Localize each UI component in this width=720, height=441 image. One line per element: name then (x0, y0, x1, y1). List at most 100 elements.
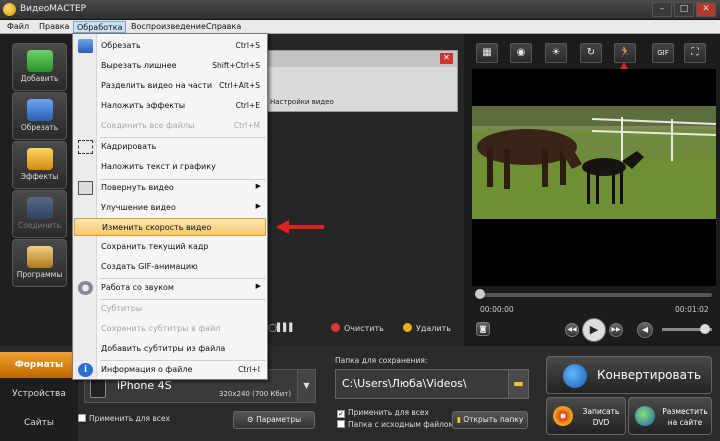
rotate-icon[interactable]: ↻ (580, 43, 602, 63)
film-icon[interactable]: ▦ (476, 43, 498, 63)
effects-button[interactable]: Эффекты (12, 141, 67, 189)
remove-clip-icon[interactable]: ✕ (440, 53, 453, 64)
seek-bar[interactable] (477, 293, 712, 297)
checkbox[interactable] (78, 414, 86, 422)
processing-menu: Обрезать Ctrl+S Вырезать лишнее Shift+Ct… (72, 33, 268, 380)
menu-item-label: Обрезать (101, 41, 141, 50)
next-frame-icon[interactable]: ▶▶ (609, 323, 623, 337)
programs-label: Программы (16, 270, 63, 279)
checkbox[interactable] (337, 420, 345, 428)
effects-label: Эффекты (20, 172, 59, 181)
menu-item-subtitles: Субтитры (74, 300, 266, 318)
menu-item-split[interactable]: Разделить видео на части Ctrl+Alt+S (74, 77, 266, 95)
open-folder-button[interactable]: ▮ Открыть папку (452, 411, 528, 429)
burn-dvd-label: Записать DVD (582, 407, 620, 427)
menu-playback[interactable]: Воспроизведение (128, 21, 209, 33)
seek-knob[interactable] (475, 289, 485, 299)
convert-button[interactable]: Конвертировать (546, 356, 712, 394)
player-toolbar: ▦ ◉ ☀ ↻ 🏃 GIF ⛶ (476, 43, 716, 65)
time-current: 00:00:00 (480, 305, 514, 314)
info-icon: i (78, 363, 93, 377)
folder-icon[interactable]: ▬ (508, 370, 528, 398)
menu-item-rotate[interactable]: Повернуть видео ▶ (74, 179, 266, 197)
window-title: ВидеоМАСТЕР (20, 4, 87, 14)
menu-edit[interactable]: Правка (36, 21, 72, 33)
device-spec: 320x240 (700 Кбит) (219, 390, 292, 398)
menu-item-shortcut: Shift+Ctrl+S (212, 61, 260, 70)
brightness-icon[interactable]: ☀ (545, 43, 567, 63)
delete-button[interactable]: Удалить (403, 323, 451, 333)
publish-button[interactable]: Разместить на сайте (628, 397, 712, 435)
globe-icon (635, 406, 655, 426)
menu-item-label: Улучшение видео (101, 203, 176, 212)
menu-item-label: Вырезать лишнее (101, 61, 177, 70)
maximize-button[interactable]: □ (674, 2, 694, 17)
programs-button[interactable]: Программы (12, 239, 67, 287)
menu-bar: Файл Правка Обработка Воспроизведение Сп… (0, 20, 720, 34)
save-apply-all[interactable]: ✓ Применить для всех (337, 408, 429, 418)
repeat-icon[interactable]: ◯▌▌▌ (268, 323, 295, 332)
video-settings-link[interactable]: Настройки видео (270, 98, 334, 106)
menu-item-enhance[interactable]: Улучшение видео ▶ (74, 199, 266, 217)
play-button[interactable]: ▶ (582, 318, 606, 342)
title-bar: ВидеоМАСТЕР – □ ✕ (0, 0, 720, 20)
delete-label: Удалить (416, 324, 451, 333)
add-button[interactable]: Добавить (12, 43, 67, 91)
tab-sites[interactable]: Сайты (0, 410, 78, 436)
speed-icon[interactable]: 🏃 (614, 43, 636, 63)
tab-devices[interactable]: Устройства (0, 381, 78, 407)
crop-icon[interactable]: ⛶ (684, 43, 706, 63)
params-button[interactable]: ⚙ Параметры (233, 411, 315, 429)
programs-icon (26, 246, 53, 268)
menu-item-sound[interactable]: Работа со звуком ▶ (74, 279, 266, 297)
menu-item-add-subtitles[interactable]: Добавить субтитры из файла (74, 340, 266, 358)
menu-item-overlay-text[interactable]: Наложить текст и графику (74, 158, 266, 176)
time-total: 00:01:02 (675, 305, 709, 314)
save-apply-all-label: Применить для всех (348, 408, 429, 417)
burn-dvd-button[interactable]: Записать DVD (546, 397, 626, 435)
menu-item-save-frame[interactable]: Сохранить текущий кадр (74, 238, 266, 256)
snapshot-icon[interactable]: ◉ (510, 43, 532, 63)
open-folder-icon: ▮ (456, 415, 461, 424)
clip-header (254, 51, 457, 67)
menu-help[interactable]: Справка (203, 21, 244, 33)
menu-file[interactable]: Файл (4, 21, 32, 33)
add-label: Добавить (20, 74, 59, 83)
effects-icon (26, 148, 53, 170)
menu-item-file-info[interactable]: i Информация о файле Ctrl+I (74, 361, 266, 379)
menu-item-create-gif[interactable]: Создать GIF-анимацию (74, 258, 266, 276)
trim-icon (78, 39, 93, 53)
previous-frame-icon[interactable]: ◀◀ (565, 323, 579, 337)
clear-button[interactable]: Очистить (331, 323, 384, 333)
volume-knob[interactable] (700, 324, 710, 334)
cut-label: Обрезать (20, 123, 59, 132)
source-folder-option[interactable]: Папка с исходным файлом (337, 420, 454, 429)
menu-item-label: Создать GIF-анимацию (101, 262, 198, 271)
menu-item-cut-extra[interactable]: Вырезать лишнее Shift+Ctrl+S (74, 57, 266, 75)
close-button[interactable]: ✕ (696, 2, 716, 17)
app-logo-icon (3, 3, 16, 16)
join-label: Соединить (17, 221, 62, 230)
checkbox-checked[interactable]: ✓ (337, 410, 345, 418)
menu-item-save-subtitles: Сохранить субтитры в файл (74, 320, 266, 338)
minimize-button[interactable]: – (652, 2, 672, 17)
dvd-icon (553, 406, 573, 426)
snapshot-button[interactable]: ◙ (476, 322, 490, 336)
menu-item-crop[interactable]: Кадрировать (74, 138, 266, 156)
volume-icon[interactable]: ◀ (637, 322, 653, 338)
menu-item-trim[interactable]: Обрезать Ctrl+S (74, 37, 266, 55)
menu-item-change-speed[interactable]: Изменить скорость видео (74, 218, 266, 236)
submenu-arrow-icon: ▶ (255, 282, 261, 290)
device-apply-all[interactable]: Применить для всех (78, 414, 170, 423)
save-path-field[interactable]: C:\Users\Люба\Videos\ ▬ (335, 369, 529, 399)
clip-card[interactable]: ✕ Настройки видео (253, 50, 458, 112)
gif-icon[interactable]: GIF (652, 43, 674, 63)
join-button[interactable]: Соединить (12, 190, 67, 238)
tab-formats[interactable]: Форматы (0, 352, 78, 378)
cut-button[interactable]: Обрезать (12, 92, 67, 140)
menu-processing[interactable]: Обработка (73, 21, 127, 33)
menu-item-effects[interactable]: Наложить эффекты Ctrl+E (74, 97, 266, 115)
save-path: C:\Users\Люба\Videos\ (342, 377, 467, 390)
menu-item-label: Наложить текст и графику (101, 162, 216, 171)
chevron-down-icon[interactable]: ▼ (297, 370, 315, 402)
